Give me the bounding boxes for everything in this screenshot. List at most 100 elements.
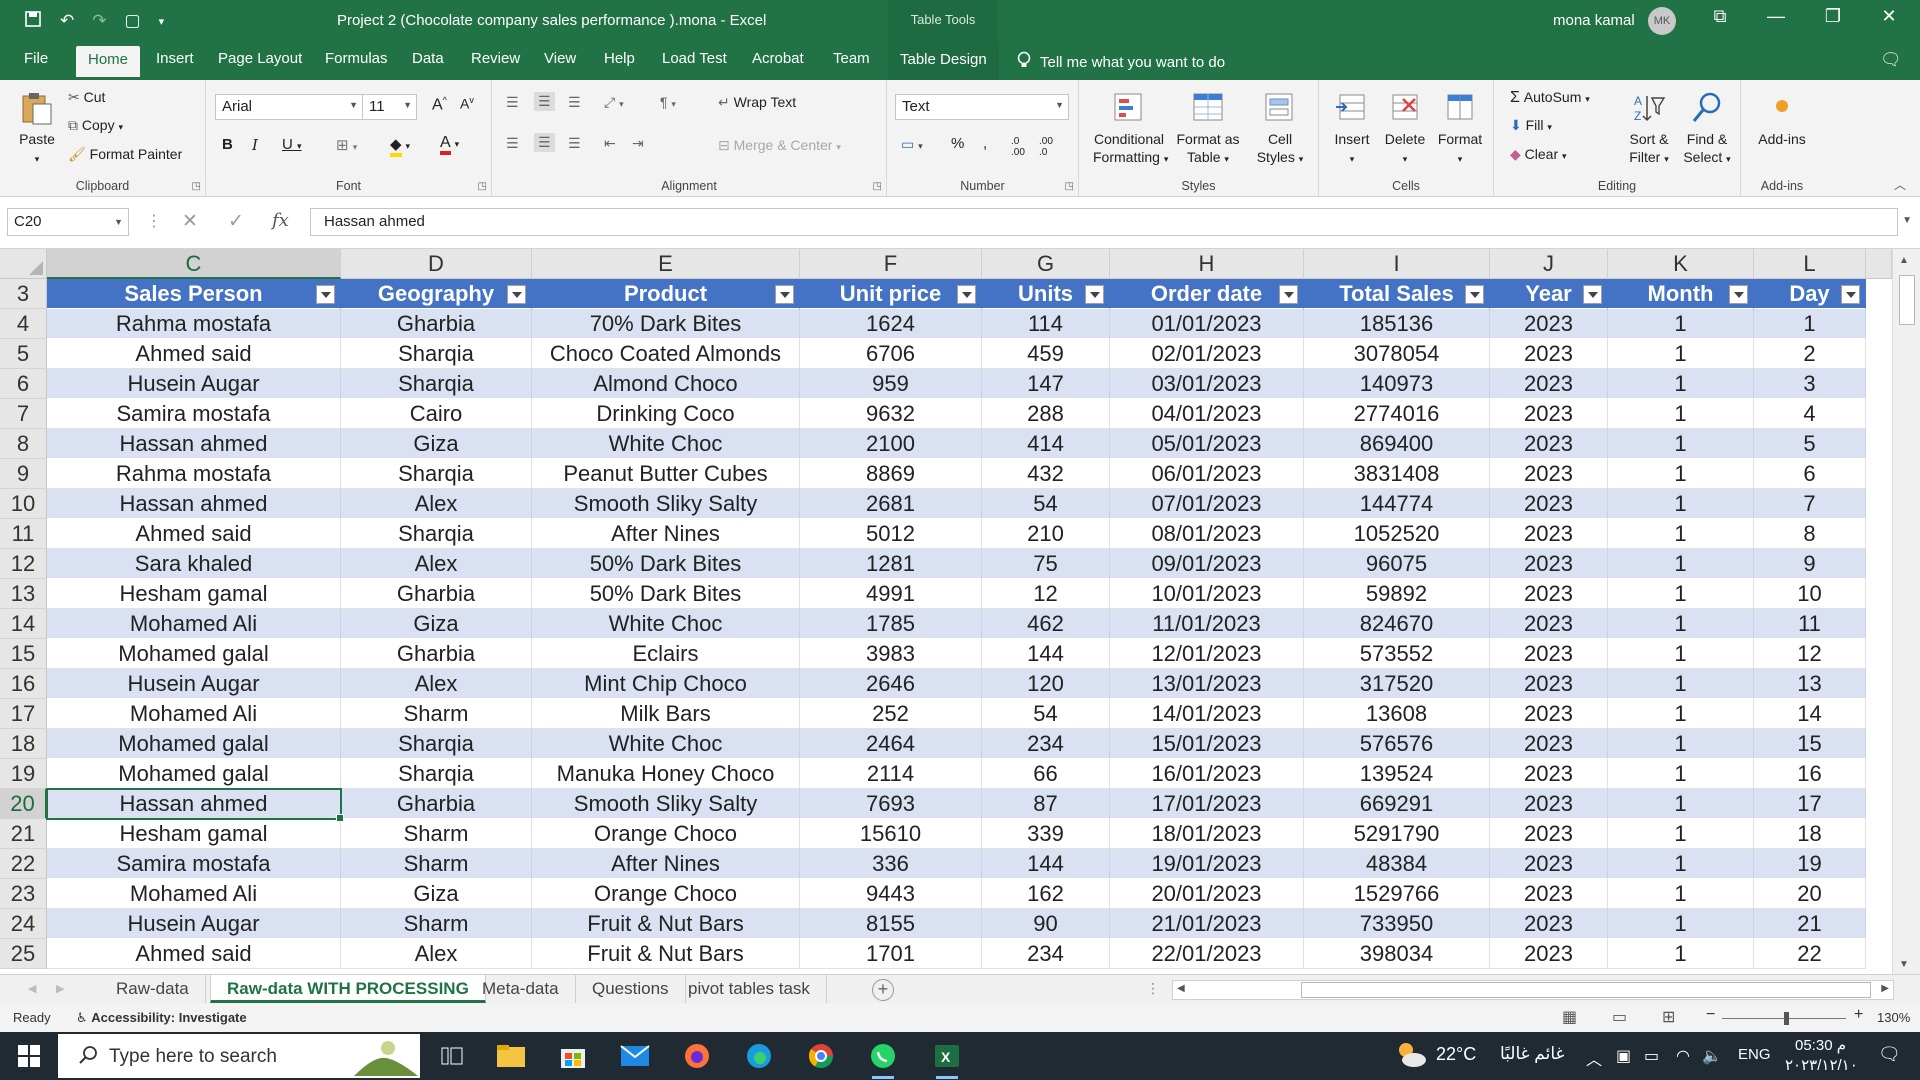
redo-icon[interactable]: ↷ [92, 11, 106, 31]
tab-load-test[interactable]: Load Test [662, 50, 727, 67]
table-cell[interactable]: Mohamed Ali [47, 609, 341, 639]
table-cell[interactable]: 1 [1608, 849, 1754, 879]
align-bottom-icon[interactable]: ☰ [568, 94, 581, 111]
table-cell[interactable]: 2681 [800, 489, 982, 519]
column-header-j[interactable]: J [1490, 249, 1608, 279]
table-cell[interactable]: Mohamed galal [47, 639, 341, 669]
filter-dropdown-icon[interactable] [1841, 285, 1860, 304]
table-cell[interactable]: 2023 [1490, 339, 1608, 369]
table-cell[interactable]: Giza [341, 609, 532, 639]
format-cells-button[interactable]: Format ▾ [1433, 90, 1487, 168]
table-cell[interactable]: 733950 [1304, 909, 1490, 939]
table-cell[interactable]: 1 [1608, 669, 1754, 699]
table-cell[interactable]: Ahmed said [47, 519, 341, 549]
tab-team[interactable]: Team [833, 50, 870, 67]
table-cell[interactable]: 573552 [1304, 639, 1490, 669]
comma-style-icon[interactable]: , [983, 135, 987, 152]
table-cell[interactable]: 20/01/2023 [1110, 879, 1304, 909]
table-cell[interactable]: Gharbia [341, 579, 532, 609]
clock-date[interactable]: ٢٠٢٣/١٢/١٠ [1785, 1056, 1858, 1074]
table-cell[interactable]: 669291 [1304, 789, 1490, 819]
row-header[interactable]: 12 [0, 549, 47, 579]
table-cell[interactable]: 1 [1608, 549, 1754, 579]
sheet-tab[interactable]: Meta-data [466, 975, 576, 1003]
column-header-g[interactable]: G [982, 249, 1110, 279]
fill-color-icon[interactable]: ◆ ▾ [390, 135, 410, 157]
wifi-icon[interactable]: ◠ [1676, 1046, 1690, 1066]
table-cell[interactable]: 1 [1608, 639, 1754, 669]
table-cell[interactable]: Mohamed Ali [47, 699, 341, 729]
table-cell[interactable]: Gharbia [341, 309, 532, 339]
row-header[interactable]: 19 [0, 759, 47, 789]
table-cell[interactable]: Sharm [341, 849, 532, 879]
clipboard-launcher-icon[interactable]: ◳ [192, 181, 201, 192]
table-cell[interactable]: 144 [982, 849, 1110, 879]
paste-button[interactable]: Paste ▾ [14, 90, 60, 168]
number-format-combo[interactable]: Text ▼ [895, 94, 1069, 120]
row-header[interactable]: 22 [0, 849, 47, 879]
table-cell[interactable]: 6706 [800, 339, 982, 369]
table-cell[interactable]: 70% Dark Bites [532, 309, 800, 339]
filter-dropdown-icon[interactable] [1279, 285, 1298, 304]
column-header-e[interactable]: E [532, 249, 800, 279]
table-cell[interactable]: Mohamed galal [47, 729, 341, 759]
table-cell[interactable]: 2023 [1490, 549, 1608, 579]
table-cell[interactable]: Gharbia [341, 639, 532, 669]
table-cell[interactable]: 8869 [800, 459, 982, 489]
font-name-combo[interactable]: Arial ▼ [215, 94, 363, 120]
tab-file[interactable]: File [24, 50, 48, 67]
table-cell[interactable]: 2023 [1490, 489, 1608, 519]
scroll-up-icon[interactable]: ▲ [1899, 255, 1909, 266]
table-cell[interactable]: 139524 [1304, 759, 1490, 789]
table-cell[interactable]: 19 [1754, 849, 1866, 879]
table-cell[interactable]: 1 [1608, 879, 1754, 909]
font-launcher-icon[interactable]: ◳ [478, 181, 487, 192]
table-cell[interactable]: 7693 [800, 789, 982, 819]
table-cell[interactable]: Gharbia [341, 789, 532, 819]
row-header[interactable]: 6 [0, 369, 47, 399]
table-cell[interactable]: 1 [1608, 579, 1754, 609]
table-cell[interactable]: 07/01/2023 [1110, 489, 1304, 519]
table-cell[interactable]: Rahma mostafa [47, 459, 341, 489]
table-cell[interactable]: 9 [1754, 549, 1866, 579]
table-cell[interactable]: 8155 [800, 909, 982, 939]
align-right-icon[interactable]: ☰ [568, 135, 581, 152]
avatar[interactable]: MK [1648, 7, 1676, 35]
column-header-k[interactable]: K [1608, 249, 1754, 279]
table-cell[interactable]: 08/01/2023 [1110, 519, 1304, 549]
table-cell[interactable]: 48384 [1304, 849, 1490, 879]
table-cell[interactable]: 2023 [1490, 909, 1608, 939]
table-cell[interactable]: 12 [1754, 639, 1866, 669]
table-cell[interactable]: 2114 [800, 759, 982, 789]
orientation-icon[interactable]: ⤢ ▾ [604, 94, 624, 111]
table-cell[interactable]: Sharm [341, 819, 532, 849]
table-cell[interactable]: 03/01/2023 [1110, 369, 1304, 399]
table-cell[interactable]: 288 [982, 399, 1110, 429]
comments-icon[interactable]: 🗨 [1880, 50, 1902, 70]
tab-page-layout[interactable]: Page Layout [218, 50, 302, 67]
cancel-icon[interactable]: ✕ [182, 210, 198, 233]
table-cell[interactable]: 1 [1608, 819, 1754, 849]
table-cell[interactable]: 12/01/2023 [1110, 639, 1304, 669]
maximize-icon[interactable]: ❐ [1813, 6, 1853, 27]
tab-review[interactable]: Review [471, 50, 520, 67]
insert-cells-button[interactable]: Insert ▾ [1327, 90, 1377, 168]
row-header[interactable]: 4 [0, 309, 47, 339]
formula-input[interactable]: Hassan ahmed [310, 208, 1898, 236]
row-header[interactable]: 9 [0, 459, 47, 489]
table-cell[interactable]: 17/01/2023 [1110, 789, 1304, 819]
table-cell[interactable]: Peanut Butter Cubes [532, 459, 800, 489]
table-cell[interactable]: 22 [1754, 939, 1866, 969]
table-cell[interactable]: 2023 [1490, 519, 1608, 549]
increase-decimal-icon[interactable]: .0.00 [1011, 136, 1025, 158]
table-cell[interactable]: Rahma mostafa [47, 309, 341, 339]
table-cell[interactable]: 234 [982, 939, 1110, 969]
whatsapp-icon[interactable] [866, 1040, 900, 1079]
table-cell[interactable]: 12 [982, 579, 1110, 609]
table-cell[interactable]: 2023 [1490, 879, 1608, 909]
table-cell[interactable]: 1 [1608, 609, 1754, 639]
zoom-slider-thumb[interactable] [1784, 1012, 1789, 1025]
table-cell[interactable]: Sharqia [341, 759, 532, 789]
table-cell[interactable]: Giza [341, 429, 532, 459]
table-cell[interactable]: 13/01/2023 [1110, 669, 1304, 699]
